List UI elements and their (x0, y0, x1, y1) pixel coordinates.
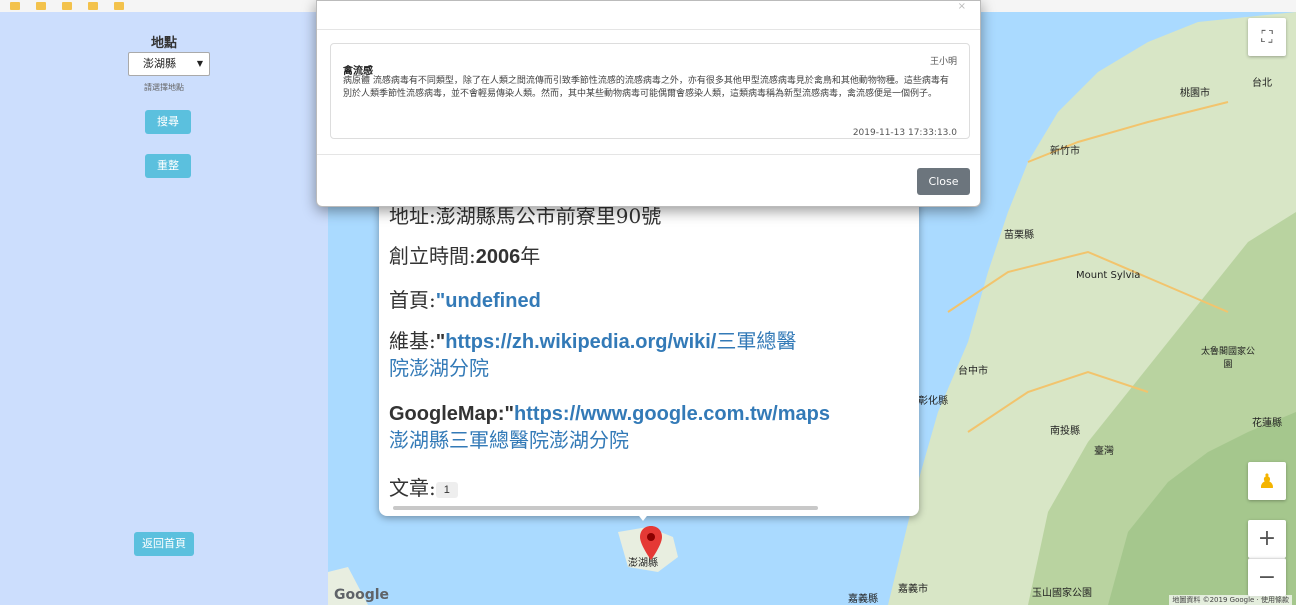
info-window-tail (636, 512, 650, 521)
close-button[interactable]: Close (917, 168, 970, 195)
wiki-link[interactable]: https://zh.wikipedia.org/wiki/ (445, 331, 716, 353)
founded-label: 創立時間: (389, 244, 476, 268)
map-copyright[interactable]: 地圖資料 ©2019 Google · 使用條款 (1169, 595, 1292, 605)
address-value: 澎湖縣馬公市前寮里90號 (435, 204, 662, 228)
wiki-line: 維基:"https://zh.wikipedia.org/wiki/三軍總醫 院… (389, 328, 796, 381)
map-place-label: 嘉義市 (898, 584, 928, 595)
map-place-label: 新竹市 (1050, 146, 1080, 157)
street-view-icon[interactable]: ♟ (1248, 462, 1286, 500)
bookmark-item[interactable] (61, 0, 75, 12)
info-window: 地址:澎湖縣馬公市前寮里90號 創立時間:2006年 首頁:"undefined… (379, 180, 919, 516)
article-timestamp: 2019-11-13 17:33:13.0 (852, 128, 957, 138)
wiki-label: 維基: (389, 329, 436, 353)
homepage-line: 首頁:"undefined (389, 284, 541, 313)
map-marker-icon[interactable] (640, 526, 662, 560)
map-place-label: 桃園市 (1180, 88, 1210, 99)
county-select-value: 澎湖縣 (143, 57, 176, 70)
founded-value: 2006 (475, 246, 521, 268)
map-place-label: 台中市 (958, 366, 988, 377)
founded-suffix: 年 (520, 244, 541, 268)
googlemap-link-name[interactable]: 澎湖縣三軍總醫院澎湖分院 (389, 428, 629, 452)
googlemap-label: GoogleMap: (389, 403, 505, 425)
article-body: 病原體 流感病毒有不同類型，除了在人類之間流傳而引致季節性流感的流感病毒之外，亦… (343, 76, 949, 99)
homepage-label: 首頁: (389, 288, 436, 312)
map-place-label: 彰化縣 (918, 396, 948, 407)
reset-button[interactable]: 重整 (145, 154, 191, 178)
map-place-label: 太魯閣國家公園 (1200, 347, 1255, 370)
map-place-label: Mount Sylvia (1076, 270, 1141, 281)
bookmark-item[interactable] (87, 0, 101, 12)
bookmark-item[interactable] (35, 0, 49, 12)
googlemap-quote: " (504, 403, 515, 425)
caret-down-icon: ▼ (196, 59, 203, 68)
map-place-label: 臺灣 (1094, 446, 1114, 457)
sidebar: 地點 澎湖縣 ▼ 請選擇地點 搜尋 重整 返回首頁 (0, 12, 328, 605)
homepage-link[interactable]: "undefined (436, 290, 541, 312)
wiki-link-name-cont[interactable]: 院澎湖分院 (389, 356, 489, 380)
googlemap-link[interactable]: https://www.google.com.tw/maps (514, 403, 830, 425)
map-place-label: 南投縣 (1050, 426, 1080, 437)
modal-header-divider (317, 29, 980, 30)
google-logo: Google (334, 587, 390, 603)
bookmark-item[interactable] (113, 0, 127, 12)
map-place-label: 嘉義縣 (848, 594, 878, 605)
article-label: 文章: (389, 476, 436, 500)
map-place-label: 玉山國家公園 (1032, 588, 1092, 599)
address-label: 地址: (389, 204, 436, 228)
location-label: 地點 (150, 36, 177, 51)
article-card: 禽流感 王小明 病原體 流感病毒有不同類型，除了在人類之間流傳而引致季節性流感的… (330, 43, 970, 139)
googlemap-line: GoogleMap:"https://www.google.com.tw/map… (389, 400, 830, 453)
county-select[interactable]: 澎湖縣 ▼ (128, 52, 210, 76)
close-icon[interactable]: × (958, 1, 966, 12)
article-modal: × 禽流感 王小明 病原體 流感病毒有不同類型，除了在人類之間流傳而引致季節性流… (316, 0, 981, 207)
modal-footer-divider (317, 154, 980, 155)
back-home-button[interactable]: 返回首頁 (134, 532, 194, 556)
map-place-label: 苗栗縣 (1004, 230, 1034, 241)
wiki-quote: " (435, 331, 446, 353)
folder-icon (10, 1, 20, 10)
fullscreen-button[interactable]: ⛶ (1248, 18, 1286, 56)
horizontal-scrollbar[interactable] (393, 506, 818, 510)
wiki-link-name[interactable]: 三軍總醫 (716, 329, 796, 353)
search-button[interactable]: 搜尋 (145, 110, 191, 134)
map-place-label: 台北 (1252, 78, 1272, 89)
article-count-badge[interactable]: 1 (435, 481, 458, 498)
map-place-label: 花蓮縣 (1252, 418, 1282, 429)
folder-icon (87, 1, 98, 10)
zoom-in-button[interactable]: + (1248, 520, 1286, 558)
folder-icon (35, 1, 46, 10)
folder-icon (61, 1, 72, 10)
folder-icon (113, 1, 124, 10)
zoom-out-button[interactable]: − (1248, 558, 1286, 596)
article-author: 王小明 (929, 57, 957, 67)
bookmark-item[interactable] (10, 0, 23, 12)
founded-line: 創立時間:2006年 (389, 240, 540, 269)
select-hint: 請選擇地點 (144, 83, 184, 92)
article-line: 文章: 1 (389, 472, 458, 501)
